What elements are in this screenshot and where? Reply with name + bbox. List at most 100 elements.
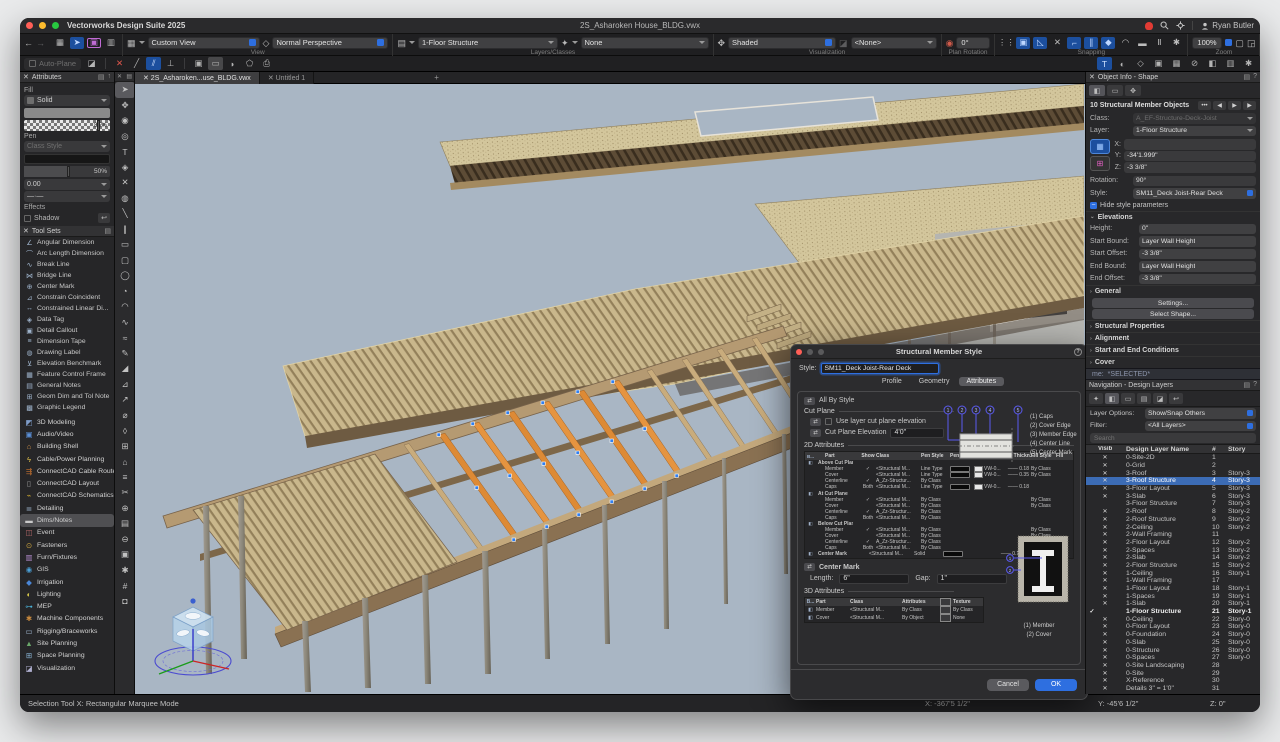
layer-visibility-cell[interactable]: ✕ (1098, 470, 1112, 477)
projection-select[interactable]: Normal Perspective (272, 37, 388, 49)
fill-style-cell[interactable]: By Class (1031, 466, 1056, 472)
menu-icon[interactable]: ▤ (104, 227, 111, 235)
snap-icon[interactable]: ▬ (1135, 37, 1149, 49)
snap-icon[interactable]: ◺ (1033, 37, 1047, 49)
basic-tool[interactable]: ⊕ (115, 501, 135, 517)
layer-visibility-cell[interactable]: ✕ (1098, 554, 1112, 561)
class-cell[interactable]: A_Zz-Structur... (876, 509, 921, 515)
layer-visibility-cell[interactable]: ✕ (1098, 677, 1112, 684)
basic-tool[interactable]: ✱ (115, 563, 135, 579)
design-layer-row[interactable]: ✕ 0-Ceiling 22 Story-0 (1086, 615, 1260, 623)
render-style-select[interactable]: <None> (851, 37, 937, 49)
pen-style-cell[interactable]: By Class (921, 509, 950, 515)
render-option-icon[interactable]: ◐ (1115, 57, 1130, 70)
class-cell[interactable]: <Structural M... (850, 615, 902, 621)
tool-set-group[interactable]: ◆ Irrigation (20, 576, 114, 588)
render-mode-select[interactable]: Shaded (728, 37, 836, 49)
layer-visibility-cell[interactable]: ✕ (1098, 516, 1112, 523)
design-layer-row[interactable]: ✕ 0-Slab 25 Story-0 (1086, 639, 1260, 647)
collapsed-section[interactable]: ›Start and End Conditions (1086, 344, 1260, 356)
layer-visibility-cell[interactable]: ✕ (1098, 631, 1112, 638)
render-style-icon[interactable]: ◪ (839, 37, 848, 49)
tool-item[interactable]: ↔ Constrained Linear Di... (20, 303, 114, 314)
general-section[interactable]: General (1095, 288, 1121, 295)
design-layer-row[interactable]: ✕ 1-Wall Framing 17 (1086, 577, 1260, 585)
selection-mode-icon[interactable]: ◗ (225, 57, 240, 70)
navigation-mode-icon[interactable]: ↩ (1169, 393, 1183, 404)
document-tab[interactable]: ✕ Untitled 1 (260, 72, 314, 84)
design-layer-row[interactable]: ✕ 2-Spaces 13 Story-2 (1086, 546, 1260, 554)
tool-sets-palette-header[interactable]: ✕ Tool Sets ▤ (20, 226, 114, 237)
structural-member-style-dialog[interactable]: Structural Member Style ? Style: SM11_De… (790, 344, 1088, 700)
tool-set-group[interactable]: ✱ Machine Components (20, 613, 114, 625)
tool-set-group[interactable]: ▯ ConnectCAD Layout (20, 477, 114, 489)
filter-select[interactable]: <All Layers> (1145, 421, 1256, 432)
tool-item[interactable]: ≡ Dimension Tape (20, 336, 114, 347)
basic-tool[interactable]: T (115, 144, 135, 160)
basic-tool[interactable]: ➤ (115, 82, 135, 98)
selection-mode-icon[interactable]: ⎙ (259, 57, 274, 70)
design-layer-row[interactable]: ✕ 0-Site Landscaping 28 (1086, 662, 1260, 670)
basic-tool[interactable]: ≈ (115, 330, 135, 346)
layer-select[interactable]: 1-Floor Structure (1133, 126, 1256, 137)
help-icon[interactable]: ? (1074, 348, 1082, 356)
basic-tool[interactable]: ◯ (115, 268, 135, 284)
snap-icon[interactable]: ⋮⋮ (999, 37, 1013, 49)
design-layer-row[interactable]: ✕ 2-Floor Layout 12 Story-2 (1086, 539, 1260, 547)
cancel-button[interactable]: Cancel (987, 679, 1029, 691)
elevation-value[interactable]: -3 3/8" (1139, 249, 1256, 260)
next-object-button[interactable]: ▶ (1228, 101, 1241, 110)
name-column-header[interactable]: Design Layer Name (1112, 446, 1212, 453)
pen-style-select[interactable]: Class Style (24, 141, 110, 152)
more-options-button[interactable]: ••• (1198, 101, 1211, 110)
layer-visibility-cell[interactable]: ✕ (1098, 454, 1112, 461)
pen-style-cell[interactable]: By Class (921, 539, 950, 545)
length-field[interactable]: 6" (839, 574, 909, 584)
menu-icon[interactable]: ▤ (1243, 381, 1250, 389)
menu-icon[interactable]: ▤ (126, 73, 132, 80)
tool-set-group[interactable]: ≣ Detailing (20, 502, 114, 514)
use-layer-checkbox[interactable] (825, 418, 832, 425)
rotation-field[interactable]: 90° (1133, 176, 1256, 187)
design-layer-row[interactable]: ✕ 1-Slab 20 Story-1 (1086, 600, 1260, 608)
minimize-window-button[interactable] (39, 22, 46, 29)
class-cell[interactable]: A_Zz-Structur... (876, 478, 921, 484)
design-layer-row[interactable]: ✕ X-Reference 30 (1086, 677, 1260, 685)
snap-icon[interactable]: ⌐ (1067, 37, 1081, 49)
tool-set-group[interactable]: ▭ Rigging/Braceworks (20, 625, 114, 637)
basic-tool[interactable]: ⌀ (115, 408, 135, 424)
pen-style-cell[interactable]: By Class (921, 497, 950, 503)
design-layer-row[interactable]: ✕ 2-Floor Structure 15 Story-2 (1086, 562, 1260, 570)
menu-icon[interactable]: ▤ (98, 73, 105, 81)
class-cell[interactable]: <Structural M... (876, 484, 921, 490)
layer-visibility-cell[interactable]: ✕ (1098, 662, 1112, 669)
layer-visibility-cell[interactable]: ✕ (1098, 577, 1112, 584)
auto-plane-checkbox[interactable] (29, 60, 36, 67)
basic-tool[interactable]: ▣ (115, 547, 135, 563)
class-cell[interactable]: <Structural M... (876, 545, 921, 551)
cartesian-coords-icon[interactable]: ▦ (1090, 139, 1110, 154)
design-layer-row[interactable]: ✕ 0-Structure 26 Story-0 (1086, 646, 1260, 654)
tool-item[interactable]: ▤ General Notes (20, 380, 114, 391)
render-option-icon[interactable]: T (1097, 57, 1112, 70)
object-info-tab[interactable]: ✥ (1125, 85, 1141, 96)
class-cell[interactable]: A_Zz-Structur... (876, 539, 921, 545)
design-layer-row[interactable]: ✕ 2-Ceiling 10 Story-2 (1086, 523, 1260, 531)
tool-set-group[interactable]: ◐ Lighting (20, 588, 114, 600)
dialog-zoom-button[interactable] (818, 349, 824, 355)
show-cell[interactable]: ✓ (860, 527, 876, 533)
basic-tool[interactable]: ▢ (115, 253, 135, 269)
layer-visibility-cell[interactable]: ✕ (1098, 531, 1112, 538)
basic-tool[interactable]: ✕ (115, 175, 135, 191)
gap-field[interactable]: 1" (937, 574, 1007, 584)
navigation-mode-icon[interactable]: ◧ (1105, 393, 1119, 404)
selection-mode-icon[interactable]: ▭ (208, 57, 223, 70)
pen-color-cell[interactable] (950, 484, 974, 490)
collapsed-section[interactable]: ›Cover (1086, 356, 1260, 368)
basic-tool[interactable]: ≡ (115, 470, 135, 486)
col-b[interactable]: B... (805, 454, 816, 459)
layer-visibility-cell[interactable]: ✕ (1098, 600, 1112, 607)
all-by-style-toggle[interactable]: ⇄ (804, 397, 815, 405)
design-layer-row[interactable]: ✕ 0-Site 29 (1086, 669, 1260, 677)
constraint-mode-icon[interactable]: ╱ (129, 57, 144, 70)
